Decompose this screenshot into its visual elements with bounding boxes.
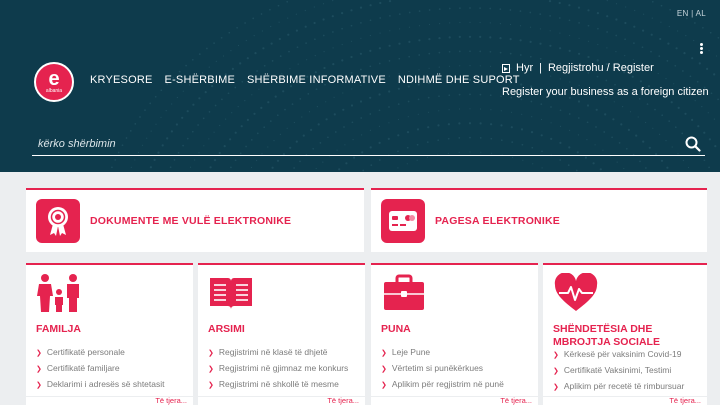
nav-item-e-sherbime[interactable]: E-SHËRBIME [165,74,235,86]
category-services-list: Leje Pune Vërtetim si punëkërkues Apliki… [381,345,533,393]
category-title: PUNA [381,323,411,335]
featured-card-label: DOKUMENTE ME VULË ELEKTRONIKE [90,215,292,227]
certificate-badge-icon [36,199,80,243]
category-title: SHËNDETËSIA DHE MBROJTJA SOCIALE [553,323,660,348]
more-link[interactable]: Të tjera... [500,396,532,405]
nav-item-ndihme-dhe-suport[interactable]: NDIHMË DHE SUPORT [398,74,520,86]
nav-item-sherbime-informative[interactable]: SHËRBIME INFORMATIVE [247,74,386,86]
service-link[interactable]: Deklarimi i adresës së shtetasit [36,377,188,393]
more-options-icon[interactable] [700,43,704,55]
more-link[interactable]: Të tjera... [155,396,187,405]
featured-card-electronic-documents[interactable]: DOKUMENTE ME VULË ELEKTRONIKE [26,188,364,252]
service-link[interactable]: Aplikim për regjistrim në punë [381,377,533,393]
category-services-list: Regjistrimi në klasë të dhjetë Regjistri… [208,345,360,393]
briefcase-icon [384,274,424,310]
search-icon[interactable] [685,136,701,152]
open-book-icon [210,278,252,309]
category-services-list: Kërkesë për vaksinim Covid-19 Certifikat… [553,347,705,395]
main-navigation: KRYESORE E-SHËRBIME SHËRBIME INFORMATIVE… [90,74,520,86]
service-link[interactable]: Certifikatë familjare [36,361,188,377]
lang-separator: | [691,9,694,18]
auth-separator: | [539,62,542,74]
search-input[interactable] [32,137,685,150]
hero-header: EN | AL e albania KRYESORE E-SHËRBIME SH… [0,0,720,172]
category-card-arsimi[interactable]: ARSIMI Regjistrimi në klasë të dhjetë Re… [198,263,365,405]
category-card-familja[interactable]: FAMILJA Certifikatë personale Certifikat… [26,263,193,405]
more-link[interactable]: Të tjera... [669,396,701,405]
credit-card-icon [381,199,425,243]
nav-item-kryesore[interactable]: KRYESORE [90,74,153,86]
auth-links: Hyr | Regjistrohu / Register [502,62,654,74]
category-title: FAMILJA [36,323,81,335]
category-services-list: Certifikatë personale Certifikatë familj… [36,345,188,393]
logo-tagline: albania [45,88,63,94]
service-link[interactable]: Aplikim për recetë të rimbursuar [553,379,705,395]
heart-pulse-icon [554,273,598,311]
register-link[interactable]: Regjistrohu / Register [548,62,654,74]
featured-card-label: PAGESA ELEKTRONIKE [435,215,560,227]
family-icon [37,274,79,312]
service-link[interactable]: Regjistrimi në gjimnaz me konkurs [208,361,360,377]
category-title: ARSIMI [208,323,245,335]
service-link[interactable]: Kërkesë për vaksinim Covid-19 [553,347,705,363]
login-link[interactable]: Hyr [516,62,533,74]
e-albania-logo[interactable]: e albania [34,62,74,102]
service-link[interactable]: Regjistrimi në klasë të dhjetë [208,345,360,361]
category-card-shendetesia[interactable]: SHËNDETËSIA DHE MBROJTJA SOCIALE Kërkesë… [543,263,707,405]
more-link[interactable]: Të tjera... [327,396,359,405]
foreign-business-link[interactable]: Register your business as a foreign citi… [502,86,709,98]
logo-letter: e [48,68,60,90]
service-link[interactable]: Certifikatë Vaksinimi, Testimi [553,363,705,379]
service-link[interactable]: Leje Pune [381,345,533,361]
login-icon[interactable] [502,63,510,73]
lang-en[interactable]: EN [677,9,689,18]
featured-card-electronic-payments[interactable]: PAGESA ELEKTRONIKE [371,188,707,252]
category-card-puna[interactable]: PUNA Leje Pune Vërtetim si punëkërkues A… [371,263,538,405]
service-link[interactable]: Certifikatë personale [36,345,188,361]
language-switcher: EN | AL [677,9,706,18]
service-link[interactable]: Regjistrimi në shkollë të mesme [208,377,360,393]
service-link[interactable]: Vërtetim si punëkërkues [381,361,533,377]
lang-al[interactable]: AL [696,9,706,18]
search-bar [32,132,705,156]
